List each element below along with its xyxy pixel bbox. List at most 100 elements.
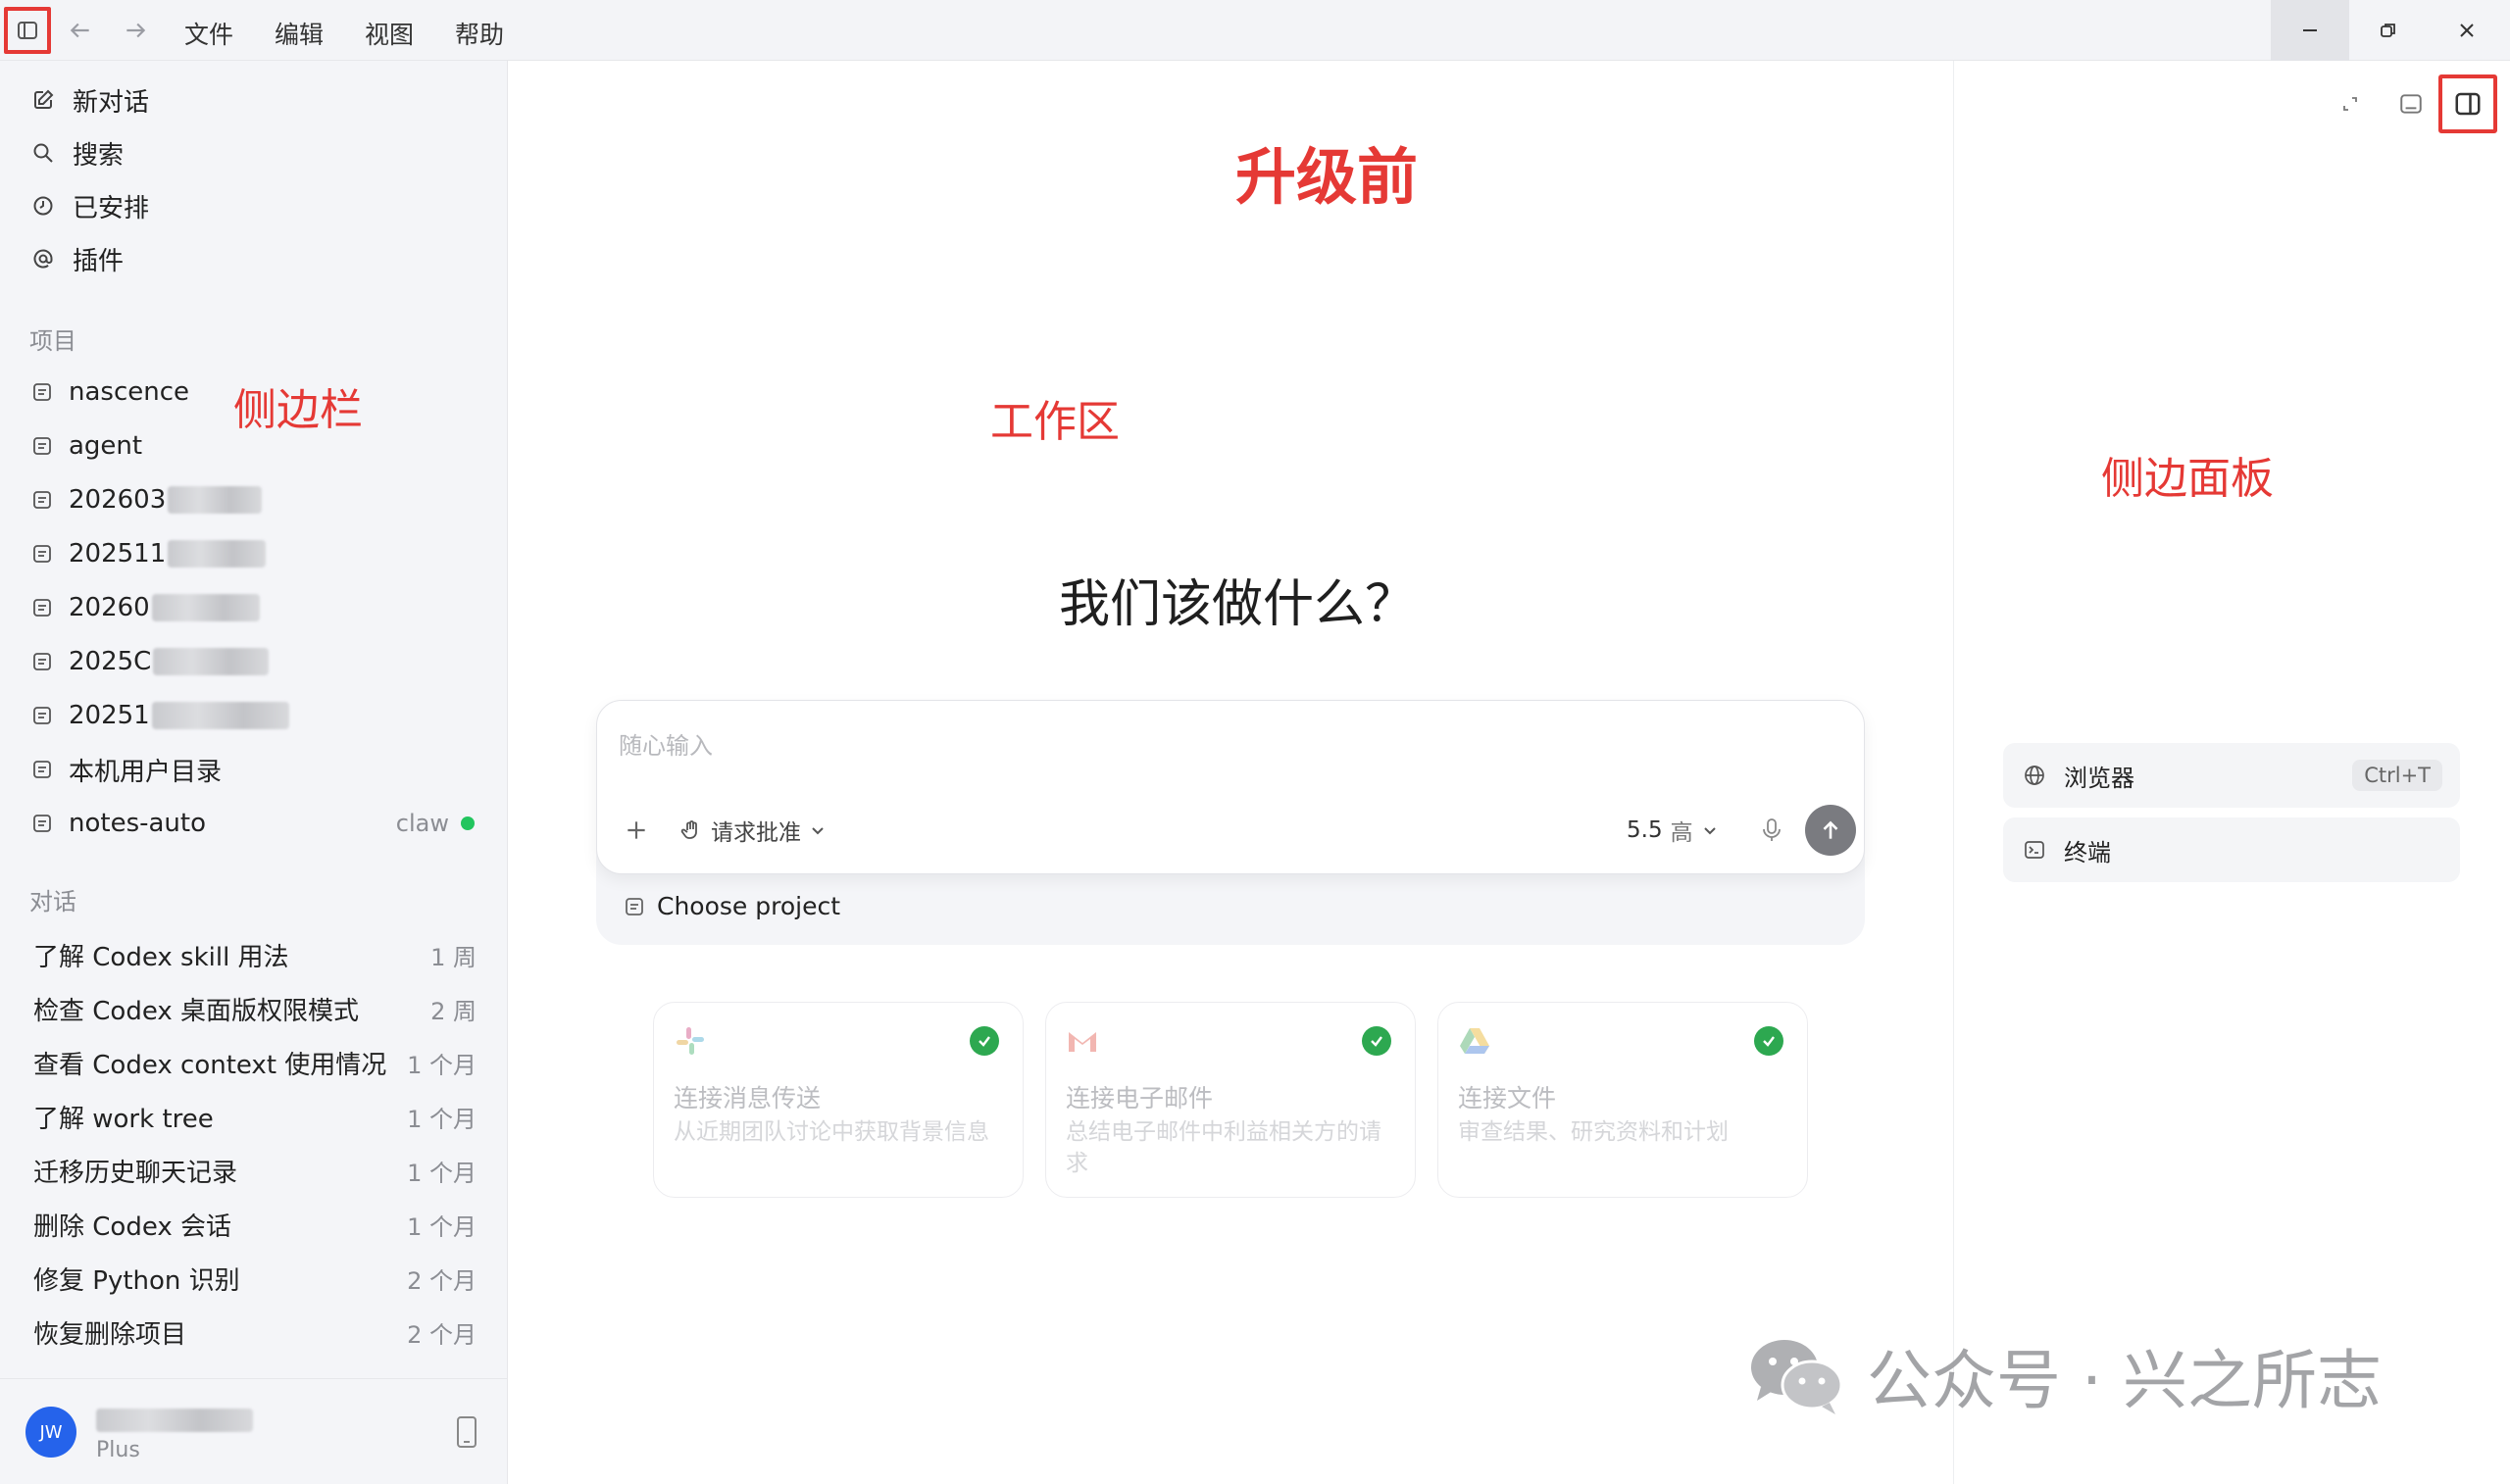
phone-icon[interactable] xyxy=(453,1414,480,1450)
redacted-user-name xyxy=(96,1409,253,1432)
conversation-time: 1 个月 xyxy=(407,1159,477,1187)
menu-view[interactable]: 视图 xyxy=(365,16,414,51)
project-item-redacted-5[interactable]: 20251 xyxy=(29,696,480,735)
connected-check-icon xyxy=(1362,1026,1391,1056)
connector-card-files[interactable]: 连接文件 审查结果、研究资料和计划 xyxy=(1437,1002,1808,1198)
project-label: 202603 xyxy=(69,485,167,515)
plus-icon xyxy=(628,821,645,839)
nav-label: 新对话 xyxy=(73,87,150,118)
project-badge: claw xyxy=(395,810,449,837)
conversation-item[interactable]: 迁移历史聊天记录 1 个月 xyxy=(33,1151,477,1190)
panel-item-browser[interactable]: 浏览器 Ctrl+T xyxy=(2003,743,2460,808)
project-icon xyxy=(29,595,55,620)
conversation-item[interactable]: 查看 Codex context 使用情况 1 个月 xyxy=(33,1043,477,1082)
add-attachment-button[interactable] xyxy=(617,811,656,850)
menu-edit[interactable]: 编辑 xyxy=(275,16,324,51)
project-item-notes-auto[interactable]: notes-auto claw xyxy=(29,804,480,843)
nav-scheduled[interactable]: 已安排 xyxy=(29,186,149,225)
card-description: 从近期团队讨论中获取背景信息 xyxy=(674,1119,989,1145)
card-title: 连接电子邮件 xyxy=(1066,1084,1214,1113)
conversation-item[interactable]: 了解 Codex skill 用法 1 周 xyxy=(33,935,477,974)
conversation-title: 迁移历史聊天记录 xyxy=(33,1158,238,1188)
choose-project-button[interactable]: Choose project xyxy=(624,892,840,920)
project-icon xyxy=(29,757,55,782)
side-panel-toggle-icon xyxy=(2455,92,2481,116)
conversation-item[interactable]: 修复 Python 识别 2 个月 xyxy=(33,1259,477,1298)
send-button[interactable] xyxy=(1805,805,1856,856)
minimize-icon xyxy=(2303,29,2317,31)
prompt-input[interactable] xyxy=(619,726,1795,766)
project-label: nascence xyxy=(69,377,190,407)
conversation-item[interactable]: 删除 Codex 会话 1 个月 xyxy=(33,1205,477,1244)
reasoning-level: 高 xyxy=(1670,820,1693,846)
project-label: agent xyxy=(69,431,143,461)
account-footer[interactable]: JW Plus xyxy=(0,1378,508,1484)
composer: 请求批准 5.5 高 xyxy=(596,700,1865,874)
back-button[interactable] xyxy=(61,10,100,51)
sidebar-annotation: 侧边栏 xyxy=(233,385,363,435)
project-label: 20251 xyxy=(69,701,150,730)
project-label: 20260 xyxy=(69,593,150,622)
conversation-item[interactable]: 恢复删除项目 2 个月 xyxy=(33,1312,477,1352)
connector-card-email[interactable]: 连接电子邮件 总结电子邮件中利益相关方的请求 xyxy=(1045,1002,1416,1198)
project-item-redacted-1[interactable]: 202603 xyxy=(29,480,480,519)
minimize-button[interactable] xyxy=(2271,0,2349,61)
bottom-panel-button[interactable] xyxy=(2389,82,2433,125)
arrow-up-icon xyxy=(1823,820,1838,839)
nav-plugins[interactable]: 插件 xyxy=(29,239,124,278)
avatar[interactable]: JW xyxy=(25,1407,76,1458)
nav-search[interactable]: 搜索 xyxy=(29,133,124,173)
forward-button[interactable] xyxy=(116,10,155,51)
sidebar-toggle-button[interactable] xyxy=(4,7,51,54)
project-icon xyxy=(29,811,55,836)
close-icon xyxy=(2460,24,2474,37)
project-item-redacted-3[interactable]: 20260 xyxy=(29,588,480,627)
projects-section-label: 项目 xyxy=(29,327,76,355)
conversation-item[interactable]: 了解 work tree 1 个月 xyxy=(33,1097,477,1136)
conversation-item[interactable]: 检查 Codex 桌面版权限模式 2 周 xyxy=(33,989,477,1028)
edit-icon xyxy=(29,86,57,114)
shortcut-badge: Ctrl+T xyxy=(2352,760,2442,791)
redacted-text xyxy=(151,594,260,621)
card-description: 总结电子邮件中利益相关方的请求 xyxy=(1066,1119,1381,1176)
restore-button[interactable] xyxy=(2349,0,2428,61)
expand-panel-button[interactable] xyxy=(2329,82,2372,125)
title-bar: 文件 编辑 视图 帮助 xyxy=(0,0,2510,61)
terminal-icon xyxy=(2021,836,2048,864)
conversation-title: 恢复删除项目 xyxy=(33,1319,187,1350)
panel-item-terminal[interactable]: 终端 xyxy=(2003,817,2460,882)
expand-icon xyxy=(2343,97,2357,111)
approval-mode-dropdown[interactable]: 请求批准 xyxy=(679,811,827,850)
hand-icon xyxy=(679,818,703,842)
close-button[interactable] xyxy=(2428,0,2506,61)
model-dropdown[interactable]: 5.5 高 xyxy=(1627,811,1719,850)
menu-help[interactable]: 帮助 xyxy=(455,16,504,51)
headline-annotation: 升级前 xyxy=(1235,141,1419,213)
drive-logo-icon xyxy=(1460,1028,1489,1054)
conversations-section-label: 对话 xyxy=(29,888,76,915)
page-title: 我们该做什么？ xyxy=(1059,575,1417,634)
workspace-annotation: 工作区 xyxy=(990,397,1120,447)
conversation-title: 检查 Codex 桌面版权限模式 xyxy=(33,996,360,1026)
watermark-text: 公众号 · 兴之所志 xyxy=(1867,1343,2382,1418)
sidebar: 新对话 搜索 已安排 插件 项目 nascence agent 202603 2… xyxy=(0,61,508,1484)
project-item-redacted-4[interactable]: 2025C xyxy=(29,642,480,681)
menu-file[interactable]: 文件 xyxy=(184,16,233,51)
model-label: 5.5 xyxy=(1627,817,1663,843)
nav-new-chat[interactable]: 新对话 xyxy=(29,80,149,120)
side-panel-toggle-button[interactable] xyxy=(2438,74,2497,133)
conversation-time: 2 个月 xyxy=(407,1266,477,1295)
project-item-local-user-dir[interactable]: 本机用户目录 xyxy=(29,750,480,789)
microphone-icon xyxy=(1763,818,1781,841)
choose-project-label: Choose project xyxy=(657,892,841,920)
conversation-time: 2 周 xyxy=(430,997,477,1025)
project-item-redacted-2[interactable]: 202511 xyxy=(29,534,480,573)
connector-card-messaging[interactable]: 连接消息传送 从近期团队讨论中获取背景信息 xyxy=(653,1002,1024,1198)
project-label: 本机用户目录 xyxy=(69,757,223,787)
card-title: 连接消息传送 xyxy=(674,1084,822,1113)
redacted-text xyxy=(151,702,289,729)
conversation-time: 1 个月 xyxy=(407,1105,477,1133)
microphone-button[interactable] xyxy=(1752,811,1791,850)
restore-icon xyxy=(2381,24,2395,37)
nav-label: 已安排 xyxy=(73,193,150,223)
